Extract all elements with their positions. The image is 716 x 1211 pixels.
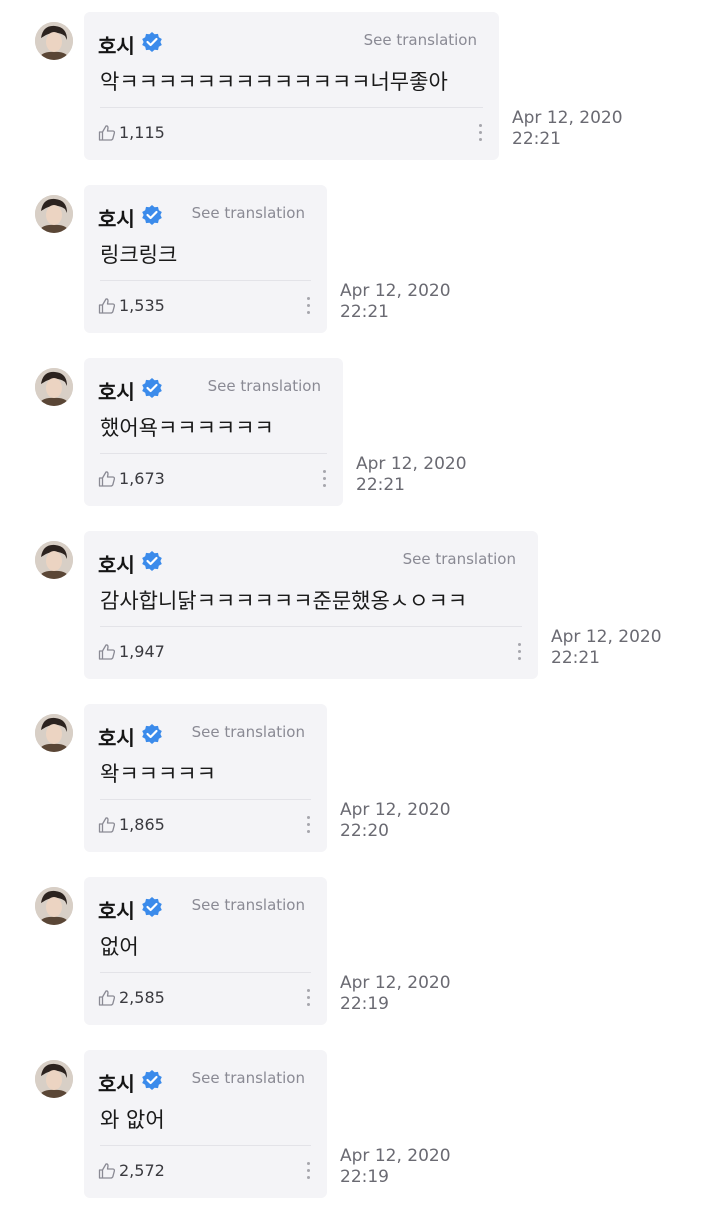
- more-options-icon[interactable]: [307, 816, 311, 834]
- comment-text: 와 앖어: [100, 1108, 165, 1132]
- see-translation-button[interactable]: See translation: [192, 896, 305, 914]
- avatar[interactable]: [35, 1060, 73, 1098]
- avatar[interactable]: [35, 195, 73, 233]
- like-icon[interactable]: [98, 470, 116, 488]
- author-name[interactable]: 호시: [98, 549, 135, 578]
- timestamp-date: Apr 12, 2020: [340, 800, 451, 820]
- timestamp: Apr 12, 2020 22:21: [512, 108, 623, 150]
- verified-badge-icon: [142, 897, 162, 917]
- comment-item: 호시 See translation 감사합니닭ㅋㅋㅋㅋㅋㅋ준문했옹ㅅㅇㅋㅋ 1…: [0, 519, 716, 692]
- avatar[interactable]: [35, 368, 73, 406]
- timestamp-time: 22:21: [340, 302, 389, 322]
- author-name[interactable]: 호시: [98, 203, 135, 232]
- comment-bubble: 호시 See translation 악ㅋㅋㅋㅋㅋㅋㅋㅋㅋㅋㅋㅋㅋ너무좋아 1,…: [84, 12, 499, 160]
- comment-item: 호시 See translation 링크링크 1,535 Apr 12, 20…: [0, 173, 716, 346]
- comment-bubble: 호시 See translation 링크링크 1,535: [84, 185, 327, 333]
- divider: [100, 453, 327, 454]
- timestamp-time: 22:19: [340, 1167, 389, 1187]
- timestamp-date: Apr 12, 2020: [340, 281, 451, 301]
- divider: [100, 280, 311, 281]
- comment-bubble: 호시 See translation 감사합니닭ㅋㅋㅋㅋㅋㅋ준문했옹ㅅㅇㅋㅋ 1…: [84, 531, 538, 679]
- like-count: 1,947: [119, 642, 165, 661]
- see-translation-button[interactable]: See translation: [403, 550, 516, 568]
- author-name[interactable]: 호시: [98, 895, 135, 924]
- timestamp-time: 22:21: [512, 129, 561, 149]
- comment-item: 호시 See translation 악ㅋㅋㅋㅋㅋㅋㅋㅋㅋㅋㅋㅋㅋ너무좋아 1,…: [0, 0, 716, 173]
- like-icon[interactable]: [98, 297, 116, 315]
- more-options-icon[interactable]: [323, 470, 327, 488]
- comment-text: 왁ㅋㅋㅋㅋㅋ: [100, 762, 216, 786]
- timestamp-date: Apr 12, 2020: [551, 627, 662, 647]
- timestamp-date: Apr 12, 2020: [512, 108, 623, 128]
- timestamp-time: 22:20: [340, 821, 389, 841]
- comment-item: 호시 See translation 와 앖어 2,572 Apr 12, 20…: [0, 1038, 716, 1211]
- like-count: 2,585: [119, 988, 165, 1007]
- divider: [100, 107, 483, 108]
- timestamp: Apr 12, 2020 22:21: [340, 281, 451, 323]
- more-options-icon[interactable]: [307, 989, 311, 1007]
- like-icon[interactable]: [98, 1162, 116, 1180]
- like-count: 2,572: [119, 1161, 165, 1180]
- author-name[interactable]: 호시: [98, 1068, 135, 1097]
- comment-item: 호시 See translation 왁ㅋㅋㅋㅋㅋ 1,865 Apr 12, …: [0, 692, 716, 865]
- avatar[interactable]: [35, 887, 73, 925]
- avatar[interactable]: [35, 541, 73, 579]
- avatar[interactable]: [35, 22, 73, 60]
- more-options-icon[interactable]: [479, 124, 483, 142]
- comment-bubble: 호시 See translation 와 앖어 2,572: [84, 1050, 327, 1198]
- comment-bubble: 호시 See translation 왁ㅋㅋㅋㅋㅋ 1,865: [84, 704, 327, 852]
- author-name[interactable]: 호시: [98, 376, 135, 405]
- timestamp: Apr 12, 2020 22:21: [551, 627, 662, 669]
- like-count: 1,535: [119, 296, 165, 315]
- more-options-icon[interactable]: [307, 1162, 311, 1180]
- timestamp: Apr 12, 2020 22:21: [356, 454, 467, 496]
- like-icon[interactable]: [98, 989, 116, 1007]
- see-translation-button[interactable]: See translation: [192, 1069, 305, 1087]
- verified-badge-icon: [142, 32, 162, 52]
- timestamp: Apr 12, 2020 22:20: [340, 800, 451, 842]
- divider: [100, 972, 311, 973]
- timestamp-time: 22:21: [356, 475, 405, 495]
- like-icon[interactable]: [98, 124, 116, 142]
- like-count: 1,865: [119, 815, 165, 834]
- see-translation-button[interactable]: See translation: [192, 204, 305, 222]
- timestamp-time: 22:19: [340, 994, 389, 1014]
- comment-bubble: 호시 See translation 없어 2,585: [84, 877, 327, 1025]
- comment-text: 감사합니닭ㅋㅋㅋㅋㅋㅋ준문했옹ㅅㅇㅋㅋ: [100, 589, 468, 613]
- timestamp: Apr 12, 2020 22:19: [340, 973, 451, 1015]
- comment-text: 했어욕ㅋㅋㅋㅋㅋㅋ: [100, 416, 274, 440]
- more-options-icon[interactable]: [518, 643, 522, 661]
- divider: [100, 799, 311, 800]
- like-icon[interactable]: [98, 643, 116, 661]
- comment-text: 악ㅋㅋㅋㅋㅋㅋㅋㅋㅋㅋㅋㅋㅋ너무좋아: [100, 70, 448, 94]
- comment-text: 없어: [100, 935, 139, 959]
- timestamp-date: Apr 12, 2020: [340, 973, 451, 993]
- comment-item: 호시 See translation 했어욕ㅋㅋㅋㅋㅋㅋ 1,673 Apr 1…: [0, 346, 716, 519]
- verified-badge-icon: [142, 378, 162, 398]
- like-icon[interactable]: [98, 816, 116, 834]
- timestamp-date: Apr 12, 2020: [356, 454, 467, 474]
- comment-text: 링크링크: [100, 243, 178, 267]
- see-translation-button[interactable]: See translation: [192, 723, 305, 741]
- comment-item: 호시 See translation 없어 2,585 Apr 12, 2020…: [0, 865, 716, 1038]
- divider: [100, 1145, 311, 1146]
- see-translation-button[interactable]: See translation: [208, 377, 321, 395]
- timestamp-time: 22:21: [551, 648, 600, 668]
- verified-badge-icon: [142, 1070, 162, 1090]
- verified-badge-icon: [142, 724, 162, 744]
- comment-bubble: 호시 See translation 했어욕ㅋㅋㅋㅋㅋㅋ 1,673: [84, 358, 343, 506]
- divider: [100, 626, 522, 627]
- avatar[interactable]: [35, 714, 73, 752]
- author-name[interactable]: 호시: [98, 722, 135, 751]
- verified-badge-icon: [142, 551, 162, 571]
- like-count: 1,673: [119, 469, 165, 488]
- timestamp-date: Apr 12, 2020: [340, 1146, 451, 1166]
- verified-badge-icon: [142, 205, 162, 225]
- more-options-icon[interactable]: [307, 297, 311, 315]
- timestamp: Apr 12, 2020 22:19: [340, 1146, 451, 1188]
- like-count: 1,115: [119, 123, 165, 142]
- see-translation-button[interactable]: See translation: [364, 31, 477, 49]
- author-name[interactable]: 호시: [98, 30, 135, 59]
